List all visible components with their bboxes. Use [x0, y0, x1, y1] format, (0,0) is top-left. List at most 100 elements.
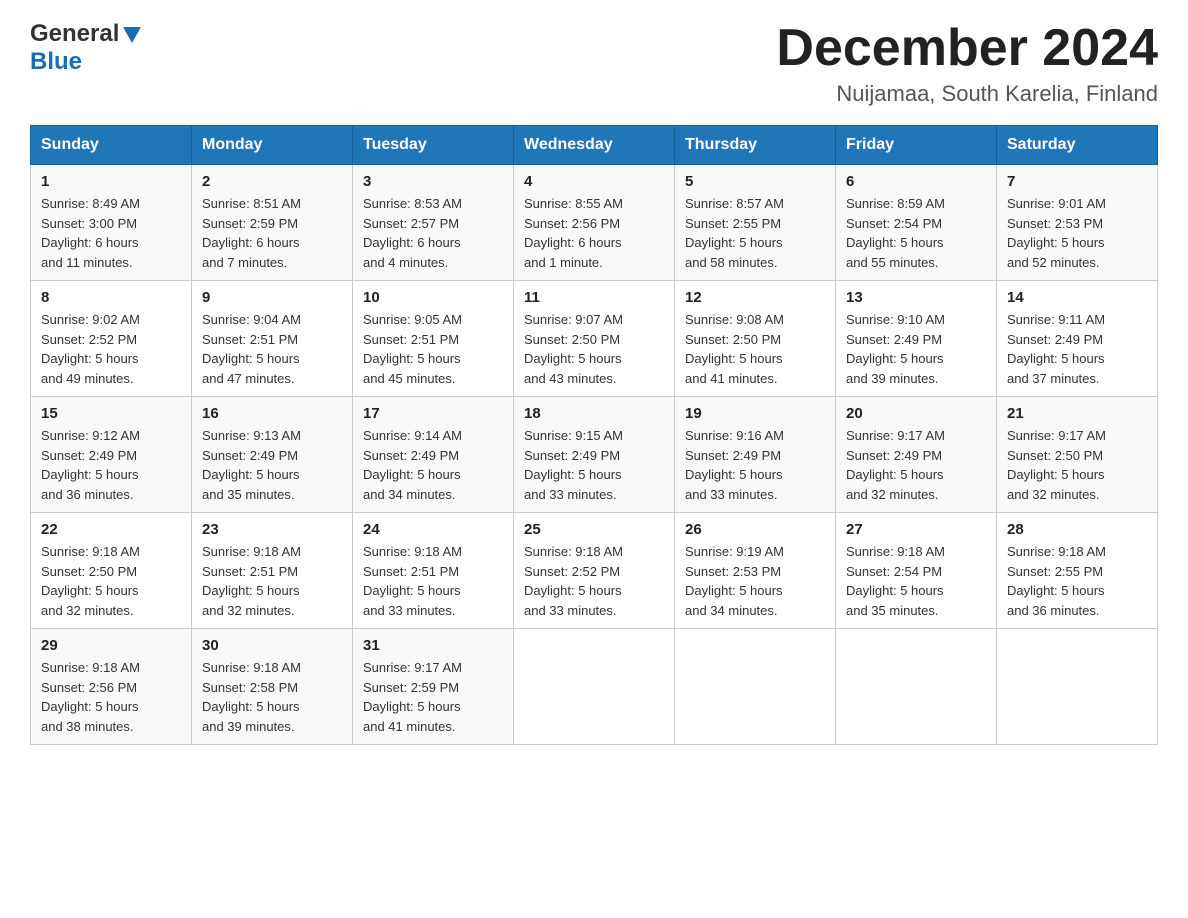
table-row: 22 Sunrise: 9:18 AMSunset: 2:50 PMDayligh… [31, 513, 192, 629]
calendar-week-1: 1 Sunrise: 8:49 AMSunset: 3:00 PMDaylight… [31, 165, 1158, 281]
table-row: 8Sunrise: 9:02 AMSunset: 2:52 PMDaylight… [31, 281, 192, 397]
calendar-header-row: Sunday Monday Tuesday Wednesday Thursday… [31, 126, 1158, 165]
day-number: 30 [202, 637, 342, 654]
day-info: Sunrise: 8:57 AMSunset: 2:55 PMDaylight:… [685, 194, 825, 272]
day-info: Sunrise: 8:51 AMSunset: 2:59 PMDaylight:… [202, 194, 342, 272]
header-sunday: Sunday [31, 126, 192, 165]
day-info: Sunrise: 8:55 AMSunset: 2:56 PMDaylight:… [524, 194, 664, 272]
table-row: 15Sunrise: 9:12 AMSunset: 2:49 PMDayligh… [31, 397, 192, 513]
logo-blue-text: Blue [30, 48, 82, 76]
table-row: 2Sunrise: 8:51 AMSunset: 2:59 PMDaylight… [192, 165, 353, 281]
day-number: 23 [202, 521, 342, 538]
day-info: Sunrise: 9:07 AMSunset: 2:50 PMDaylight:… [524, 310, 664, 388]
calendar-week-3: 15Sunrise: 9:12 AMSunset: 2:49 PMDayligh… [31, 397, 1158, 513]
table-row [836, 629, 997, 745]
day-number: 22 [41, 521, 181, 538]
day-number: 29 [41, 637, 181, 654]
table-row: 16 Sunrise: 9:13 AMSunset: 2:49 PMDayligh… [192, 397, 353, 513]
day-info: Sunrise: 9:11 AMSunset: 2:49 PMDaylight:… [1007, 310, 1147, 388]
table-row: 31Sunrise: 9:17 AMSunset: 2:59 PMDayligh… [353, 629, 514, 745]
day-number: 18 [524, 405, 664, 422]
day-number: 28 [1007, 521, 1147, 538]
table-row: 13 Sunrise: 9:10 AMSunset: 2:49 PMDayligh… [836, 281, 997, 397]
calendar-week-2: 8Sunrise: 9:02 AMSunset: 2:52 PMDaylight… [31, 281, 1158, 397]
table-row: 3 Sunrise: 8:53 AMSunset: 2:57 PMDaylight… [353, 165, 514, 281]
table-row [675, 629, 836, 745]
table-row: 18 Sunrise: 9:15 AMSunset: 2:49 PMDayligh… [514, 397, 675, 513]
day-info: Sunrise: 9:18 AMSunset: 2:51 PMDaylight:… [363, 542, 503, 620]
day-info: Sunrise: 9:18 AMSunset: 2:54 PMDaylight:… [846, 542, 986, 620]
day-number: 15 [41, 405, 181, 422]
day-number: 26 [685, 521, 825, 538]
day-number: 13 [846, 289, 986, 306]
table-row [997, 629, 1158, 745]
table-row: 24Sunrise: 9:18 AMSunset: 2:51 PMDayligh… [353, 513, 514, 629]
table-row: 23 Sunrise: 9:18 AMSunset: 2:51 PMDayligh… [192, 513, 353, 629]
table-row: 10 Sunrise: 9:05 AMSunset: 2:51 PMDayligh… [353, 281, 514, 397]
day-info: Sunrise: 9:14 AMSunset: 2:49 PMDaylight:… [363, 426, 503, 504]
day-number: 12 [685, 289, 825, 306]
day-number: 7 [1007, 173, 1147, 190]
calendar-week-5: 29Sunrise: 9:18 AMSunset: 2:56 PMDayligh… [31, 629, 1158, 745]
table-row: 14Sunrise: 9:11 AMSunset: 2:49 PMDayligh… [997, 281, 1158, 397]
day-info: Sunrise: 9:04 AMSunset: 2:51 PMDaylight:… [202, 310, 342, 388]
calendar-week-4: 22 Sunrise: 9:18 AMSunset: 2:50 PMDayligh… [31, 513, 1158, 629]
table-row: 26 Sunrise: 9:19 AMSunset: 2:53 PMDayligh… [675, 513, 836, 629]
table-row: 7Sunrise: 9:01 AMSunset: 2:53 PMDaylight… [997, 165, 1158, 281]
day-number: 6 [846, 173, 986, 190]
day-info: Sunrise: 9:08 AMSunset: 2:50 PMDaylight:… [685, 310, 825, 388]
table-row [514, 629, 675, 745]
table-row: 21 Sunrise: 9:17 AMSunset: 2:50 PMDayligh… [997, 397, 1158, 513]
header-wednesday: Wednesday [514, 126, 675, 165]
day-info: Sunrise: 9:15 AMSunset: 2:49 PMDaylight:… [524, 426, 664, 504]
table-row: 17 Sunrise: 9:14 AMSunset: 2:49 PMDayligh… [353, 397, 514, 513]
page-header: General Blue December 2024 Nuijamaa, Sou… [30, 20, 1158, 107]
day-info: Sunrise: 9:18 AMSunset: 2:58 PMDaylight:… [202, 658, 342, 736]
day-number: 11 [524, 289, 664, 306]
header-monday: Monday [192, 126, 353, 165]
day-number: 21 [1007, 405, 1147, 422]
day-number: 27 [846, 521, 986, 538]
header-thursday: Thursday [675, 126, 836, 165]
day-info: Sunrise: 9:17 AMSunset: 2:49 PMDaylight:… [846, 426, 986, 504]
day-number: 9 [202, 289, 342, 306]
day-info: Sunrise: 9:13 AMSunset: 2:49 PMDaylight:… [202, 426, 342, 504]
calendar-table: Sunday Monday Tuesday Wednesday Thursday… [30, 125, 1158, 745]
title-block: December 2024 Nuijamaa, South Karelia, F… [776, 20, 1158, 107]
table-row: 30 Sunrise: 9:18 AMSunset: 2:58 PMDayligh… [192, 629, 353, 745]
day-info: Sunrise: 9:18 AMSunset: 2:50 PMDaylight:… [41, 542, 181, 620]
table-row: 20 Sunrise: 9:17 AMSunset: 2:49 PMDayligh… [836, 397, 997, 513]
day-number: 31 [363, 637, 503, 654]
day-number: 19 [685, 405, 825, 422]
day-number: 10 [363, 289, 503, 306]
month-title: December 2024 [776, 20, 1158, 77]
day-info: Sunrise: 8:59 AMSunset: 2:54 PMDaylight:… [846, 194, 986, 272]
day-info: Sunrise: 8:53 AMSunset: 2:57 PMDaylight:… [363, 194, 503, 272]
day-number: 1 [41, 173, 181, 190]
day-number: 3 [363, 173, 503, 190]
day-info: Sunrise: 9:10 AMSunset: 2:49 PMDaylight:… [846, 310, 986, 388]
logo-general-text: General [30, 20, 119, 48]
day-info: Sunrise: 9:17 AMSunset: 2:50 PMDaylight:… [1007, 426, 1147, 504]
logo-arrow-icon [121, 24, 143, 46]
table-row: 25Sunrise: 9:18 AMSunset: 2:52 PMDayligh… [514, 513, 675, 629]
day-number: 16 [202, 405, 342, 422]
day-number: 20 [846, 405, 986, 422]
table-row: 1 Sunrise: 8:49 AMSunset: 3:00 PMDaylight… [31, 165, 192, 281]
table-row: 27 Sunrise: 9:18 AMSunset: 2:54 PMDayligh… [836, 513, 997, 629]
day-info: Sunrise: 9:18 AMSunset: 2:51 PMDaylight:… [202, 542, 342, 620]
logo: General Blue [30, 20, 143, 76]
location-title: Nuijamaa, South Karelia, Finland [776, 81, 1158, 107]
day-info: Sunrise: 8:49 AMSunset: 3:00 PMDaylight:… [41, 194, 181, 272]
day-info: Sunrise: 9:05 AMSunset: 2:51 PMDaylight:… [363, 310, 503, 388]
day-info: Sunrise: 9:19 AMSunset: 2:53 PMDaylight:… [685, 542, 825, 620]
day-number: 5 [685, 173, 825, 190]
table-row: 28Sunrise: 9:18 AMSunset: 2:55 PMDayligh… [997, 513, 1158, 629]
table-row: 19 Sunrise: 9:16 AMSunset: 2:49 PMDayligh… [675, 397, 836, 513]
table-row: 12 Sunrise: 9:08 AMSunset: 2:50 PMDayligh… [675, 281, 836, 397]
day-info: Sunrise: 9:16 AMSunset: 2:49 PMDaylight:… [685, 426, 825, 504]
day-number: 17 [363, 405, 503, 422]
table-row: 9 Sunrise: 9:04 AMSunset: 2:51 PMDaylight… [192, 281, 353, 397]
header-saturday: Saturday [997, 126, 1158, 165]
day-number: 25 [524, 521, 664, 538]
